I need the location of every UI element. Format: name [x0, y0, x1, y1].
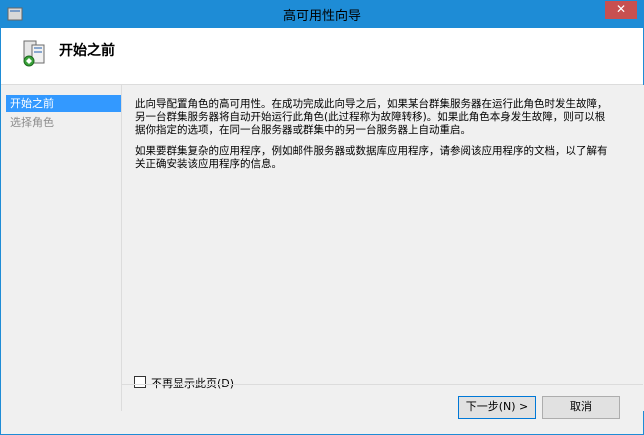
next-button[interactable]: 下一步(N) >: [458, 396, 536, 419]
wizard-header: 开始之前: [1, 28, 643, 85]
title-bar[interactable]: 高可用性向导 ✕: [1, 1, 643, 28]
intro-paragraph: 此向导配置角色的高可用性。在成功完成此向导之后，如果某台群集服务器在运行此角色时…: [135, 98, 608, 136]
cancel-button[interactable]: 取消: [542, 396, 620, 419]
wizard-nav: 开始之前 选择角色: [1, 85, 121, 376]
dont-show-again-checkbox[interactable]: [134, 376, 146, 388]
footer-divider: [121, 384, 643, 385]
complex-app-paragraph: 如果要群集复杂的应用程序，例如邮件服务器或数据库应用程序，请参阅该应用程序的文档…: [135, 145, 608, 170]
wizard-content: 此向导配置角色的高可用性。在成功完成此向导之后，如果某台群集服务器在运行此角色时…: [121, 85, 644, 411]
page-title: 开始之前: [59, 43, 115, 59]
nav-item-select-role[interactable]: 选择角色: [6, 114, 121, 131]
dont-show-again-label[interactable]: 不再显示此页(D): [151, 375, 234, 391]
nav-item-before-you-begin[interactable]: 开始之前: [6, 95, 121, 112]
close-button[interactable]: ✕: [605, 1, 637, 19]
wizard-client: 开始之前 开始之前 选择角色 此向导配置角色的高可用性。在成功完成此向导之后，如…: [1, 28, 644, 434]
cluster-icon: [23, 40, 45, 67]
window-title: 高可用性向导: [282, 9, 361, 24]
wizard-window: 高可用性向导 ✕ 开始之前 开始之前 选择角色 此向导配置角色的高可用性。在成功…: [0, 0, 644, 435]
